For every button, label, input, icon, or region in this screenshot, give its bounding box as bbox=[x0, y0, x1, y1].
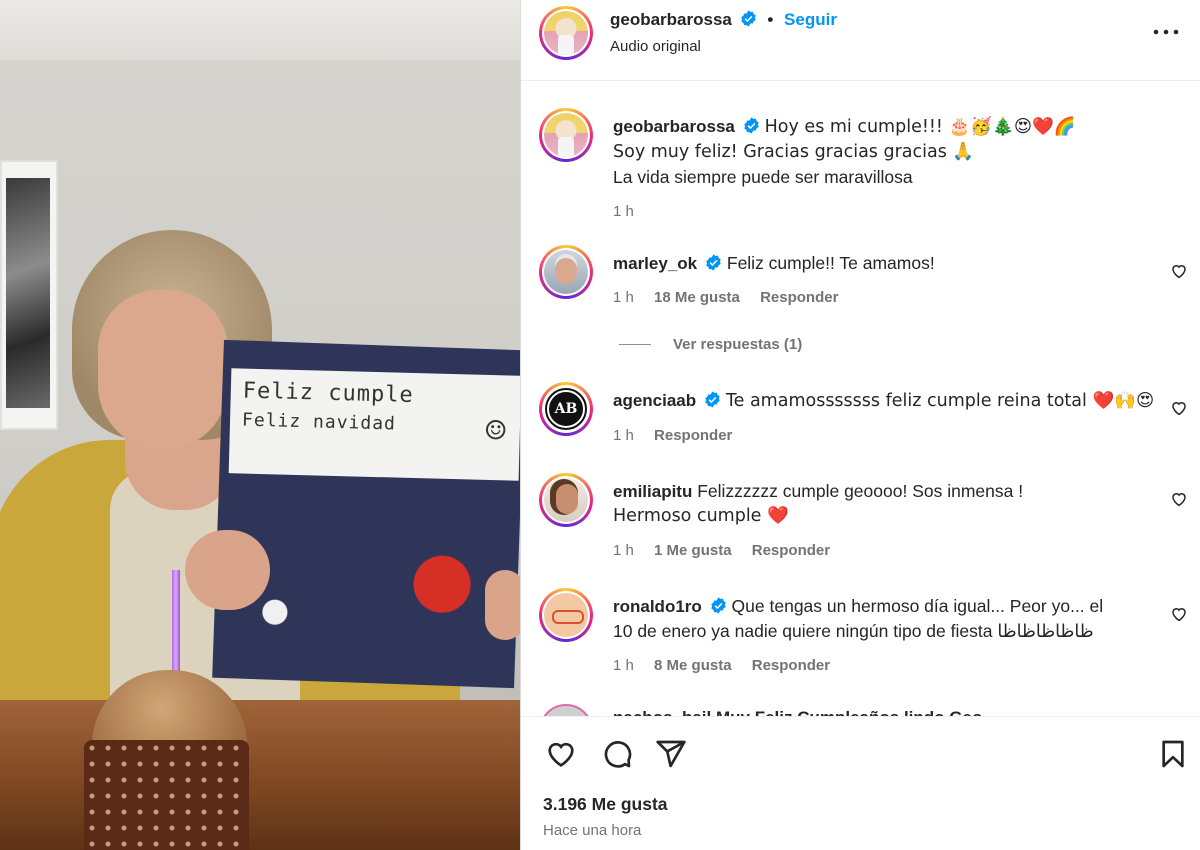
author-avatar[interactable] bbox=[539, 6, 593, 60]
like-icon[interactable] bbox=[545, 738, 577, 770]
reply-button[interactable]: Responder bbox=[752, 657, 830, 674]
view-replies-label: Ver respuestas (1) bbox=[673, 336, 803, 353]
caption-username[interactable]: geobarbarossa bbox=[613, 117, 735, 136]
comment-time[interactable]: 1 h bbox=[613, 289, 634, 306]
comment-like-icon[interactable] bbox=[1170, 490, 1188, 508]
comment-time[interactable]: 1 h bbox=[613, 427, 634, 444]
comment-text: Feliz cumple!! Te amamos! bbox=[726, 253, 935, 273]
verified-icon bbox=[706, 254, 721, 271]
verified-icon bbox=[740, 10, 756, 27]
note-line-1: Feliz cumple bbox=[242, 378, 415, 408]
reply-button[interactable]: Responder bbox=[752, 542, 830, 559]
audio-label[interactable]: Audio original bbox=[610, 38, 701, 55]
comment-like-icon[interactable] bbox=[1170, 399, 1188, 417]
woman-hand bbox=[185, 530, 270, 610]
smiley-drawing: ☺ bbox=[484, 410, 507, 452]
commenter-username[interactable]: emiliapitu bbox=[613, 482, 692, 501]
reply-button[interactable]: Responder bbox=[654, 427, 732, 444]
post-likes-count[interactable]: 3.196 Me gusta bbox=[543, 794, 668, 815]
woman-hand-right bbox=[485, 570, 520, 640]
reply-button[interactable]: Responder bbox=[760, 289, 838, 306]
comment-text: Felizzzzzz cumple geoooo! Sos inmensa ! bbox=[697, 481, 1024, 501]
panettone-wrapper bbox=[84, 740, 249, 850]
save-icon[interactable] bbox=[1157, 738, 1189, 770]
candle bbox=[172, 570, 180, 680]
caption-line-1: Hoy es mi cumple!!! 🎂🥳🎄😍❤️🌈 bbox=[764, 117, 1076, 137]
post-timestamp[interactable]: Hace una hora bbox=[543, 822, 641, 839]
post-video[interactable]: Feliz cumple Feliz navidad ☺ bbox=[0, 0, 520, 850]
post-details-panel: geobarbarossa • Seguir Audio original ge… bbox=[520, 0, 1200, 850]
comment-icon[interactable] bbox=[601, 738, 633, 770]
comment-time[interactable]: 1 h bbox=[613, 542, 634, 559]
ceiling bbox=[0, 0, 520, 60]
caption-avatar[interactable] bbox=[539, 108, 593, 162]
commenter-avatar[interactable] bbox=[539, 588, 593, 642]
comment-like-icon[interactable] bbox=[1170, 262, 1188, 280]
caption-line-2: Soy muy feliz! Gracias gracias gracias 🙏 bbox=[613, 142, 975, 162]
commenter-avatar[interactable]: AB bbox=[539, 382, 593, 436]
caption-time[interactable]: 1 h bbox=[613, 203, 634, 220]
wooden-table bbox=[0, 700, 520, 850]
agency-logo: AB bbox=[545, 388, 587, 430]
comment-likes[interactable]: 8 Me gusta bbox=[654, 657, 732, 674]
commenter-avatar[interactable] bbox=[539, 245, 593, 299]
comment-text-line-2: Hermoso cumple ❤️ bbox=[613, 506, 789, 526]
follow-button[interactable]: Seguir bbox=[784, 10, 837, 29]
comment-text: Que tengas un hermoso día igual... Peor … bbox=[731, 596, 1104, 616]
commenter-username[interactable]: agenciaab bbox=[613, 391, 696, 410]
comment-text: Te amamosssssss feliz cumple reina total… bbox=[725, 391, 1155, 411]
comment-like-icon[interactable] bbox=[1170, 605, 1188, 623]
commenter-username[interactable]: marley_ok bbox=[613, 254, 697, 273]
more-options-icon[interactable] bbox=[1151, 20, 1181, 44]
post-header: geobarbarossa • Seguir Audio original bbox=[521, 0, 1200, 81]
caption-line-3: La vida siempre puede ser maravillosa bbox=[613, 167, 913, 187]
handwritten-note: Feliz cumple Feliz navidad ☺ bbox=[228, 368, 520, 481]
comment-likes[interactable]: 18 Me gusta bbox=[654, 289, 740, 306]
header-separator: • bbox=[767, 10, 774, 29]
view-replies-button[interactable]: Ver respuestas (1) bbox=[619, 336, 802, 353]
commenter-avatar[interactable] bbox=[539, 473, 593, 527]
comment-time[interactable]: 1 h bbox=[613, 657, 634, 674]
commenter-username[interactable]: ronaldo1ro bbox=[613, 597, 702, 616]
author-username[interactable]: geobarbarossa bbox=[610, 10, 732, 29]
wall-picture bbox=[0, 160, 58, 430]
verified-icon bbox=[744, 117, 759, 134]
share-icon[interactable] bbox=[655, 738, 687, 770]
verified-icon bbox=[710, 597, 726, 614]
replies-divider bbox=[619, 344, 651, 345]
woman-face bbox=[98, 290, 228, 450]
note-line-2: Feliz navidad bbox=[241, 409, 397, 435]
comment-likes[interactable]: 1 Me gusta bbox=[654, 542, 732, 559]
verified-icon bbox=[705, 391, 720, 408]
comment-text-line-2: 10 de enero ya nadie quiere ningún tipo … bbox=[613, 621, 1094, 641]
post-actions: 3.196 Me gusta Hace una hora bbox=[521, 716, 1200, 850]
